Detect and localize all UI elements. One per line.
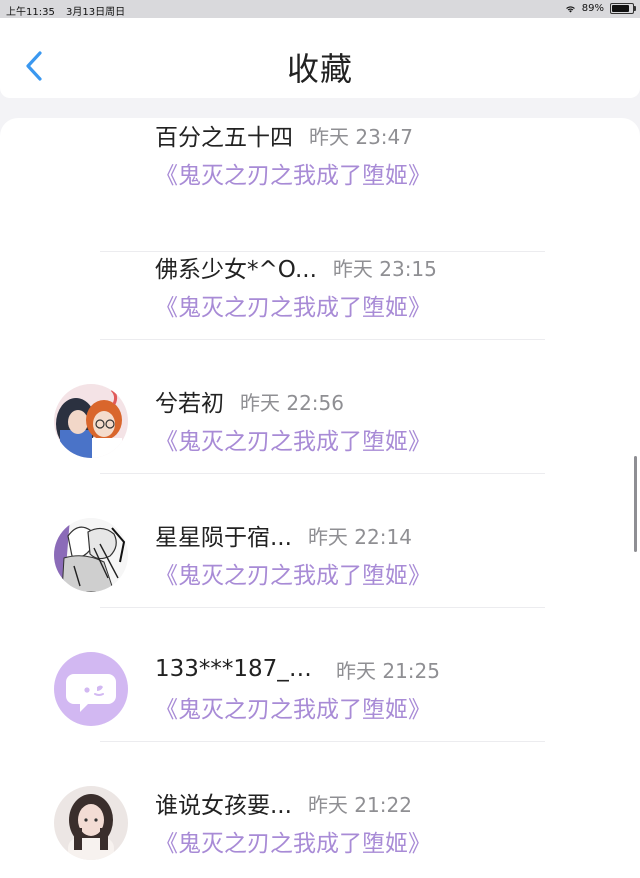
book-title[interactable]: 《鬼灭之刃之我成了堕姬》 (155, 288, 431, 322)
battery-icon (610, 3, 636, 14)
girl-photo-avatar-icon (54, 786, 128, 860)
list-item[interactable]: 佛系少女*^O... 昨天 23:15 《鬼灭之刃之我成了堕姬》 (0, 206, 640, 340)
chat-bubble-icon (66, 674, 116, 712)
status-date: 3月13日周日 (66, 7, 126, 18)
user-name: 百分之五十四 (155, 125, 293, 151)
avatar[interactable] (54, 652, 128, 726)
nav-header: 收藏 (0, 18, 640, 98)
list-item[interactable]: 133***187_74... 昨天 21:25 《鬼灭之刃之我成了堕姬》 (0, 608, 640, 742)
item-header: 百分之五十四 昨天 23:47 (155, 118, 413, 152)
book-title[interactable]: 《鬼灭之刃之我成了堕姬》 (155, 422, 431, 456)
timestamp: 昨天 22:56 (240, 390, 344, 415)
item-header: 佛系少女*^O... 昨天 23:15 (155, 250, 437, 284)
status-time: 上午11:35 (6, 7, 55, 18)
user-name: 星星陨于宿... (155, 525, 292, 551)
timestamp: 昨天 21:22 (307, 792, 412, 817)
status-bar: 上午11:35 3月13日周日 89% (0, 0, 640, 18)
list-item[interactable]: 兮若初 昨天 22:56 《鬼灭之刃之我成了堕姬》 (0, 340, 640, 474)
avatar[interactable] (54, 786, 128, 860)
book-title[interactable]: 《鬼灭之刃之我成了堕姬》 (155, 556, 431, 590)
list-item[interactable]: 星星陨于宿... 昨天 22:14 《鬼灭之刃之我成了堕姬》 (0, 474, 640, 608)
list-item[interactable]: 谁说女孩要... 昨天 21:22 《鬼灭之刃之我成了堕姬》 (0, 742, 640, 876)
anime-couple-avatar-icon (54, 384, 128, 458)
timestamp: 昨天 23:15 (332, 256, 437, 281)
book-title[interactable]: 《鬼灭之刃之我成了堕姬》 (155, 690, 431, 724)
manga-sketch-avatar-icon (54, 518, 128, 592)
page-title: 收藏 (286, 50, 353, 88)
wifi-icon (565, 5, 575, 13)
battery-fill (612, 5, 629, 12)
user-name: 佛系少女*^O... (155, 257, 317, 283)
battery-percent: 89% (581, 3, 604, 14)
timestamp: 昨天 23:47 (309, 124, 413, 149)
scrollbar-thumb[interactable] (634, 456, 637, 552)
item-header: 兮若初 昨天 22:56 (155, 384, 344, 418)
item-header: 133***187_74... 昨天 21:25 (155, 652, 440, 686)
item-header: 星星陨于宿... 昨天 22:14 (155, 518, 412, 552)
item-header: 谁说女孩要... 昨天 21:22 (155, 786, 412, 820)
avatar[interactable] (54, 518, 128, 592)
user-name: 133***187_74... (155, 656, 320, 682)
favorites-list: 百分之五十四 昨天 23:47 《鬼灭之刃之我成了堕姬》 佛系少女*^O... … (0, 118, 640, 878)
user-name: 谁说女孩要... (155, 793, 292, 819)
book-title[interactable]: 《鬼灭之刃之我成了堕姬》 (155, 156, 431, 190)
avatar[interactable] (54, 384, 128, 458)
timestamp: 昨天 21:25 (336, 658, 440, 683)
timestamp: 昨天 22:14 (307, 524, 412, 549)
user-name: 兮若初 (155, 391, 224, 417)
